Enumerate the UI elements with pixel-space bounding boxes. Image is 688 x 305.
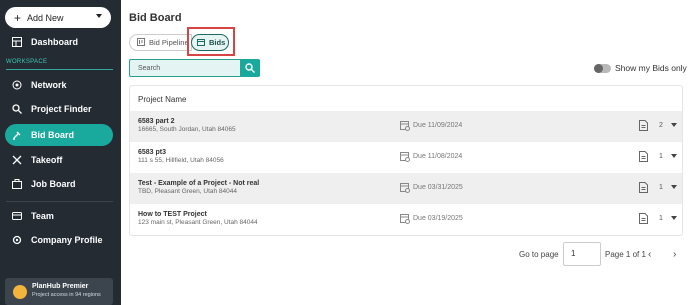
- page-info: Page 1 of 1: [605, 250, 646, 259]
- tab-label: Bid Pipeline: [149, 38, 189, 47]
- calendar-due-icon: [400, 121, 410, 131]
- sidebar-item-label: Team: [31, 211, 54, 221]
- add-new-button[interactable]: + Add New: [5, 7, 111, 28]
- goto-page-input[interactable]: 1: [563, 242, 601, 266]
- network-icon: [11, 80, 22, 91]
- calendar-due-icon: [400, 152, 410, 162]
- table-row[interactable]: Test - Example of a Project - Not real T…: [130, 173, 682, 204]
- workspace-divider: [6, 69, 113, 70]
- pipeline-icon: [137, 37, 145, 48]
- project-name: 6583 part 2: [138, 118, 175, 125]
- sidebar-item-network[interactable]: Network: [5, 74, 113, 96]
- chevron-down-icon[interactable]: [671, 154, 677, 158]
- due-date: Due 03/31/2025: [413, 184, 463, 191]
- table-row[interactable]: 6583 pt3 111 s 55, Hillfield, Utah 84056…: [130, 142, 682, 173]
- tab-bid-pipeline[interactable]: Bid Pipeline: [129, 34, 192, 51]
- project-address: 123 main st, Pleasant Green, Utah 84044: [138, 219, 258, 226]
- due-date: Due 11/08/2024: [413, 153, 463, 160]
- chevron-left-icon[interactable]: ‹: [648, 249, 651, 260]
- search-icon: [245, 63, 255, 73]
- due-date: Due 03/19/2025: [413, 215, 463, 222]
- search-input[interactable]: Search: [129, 59, 240, 77]
- sidebar-item-team[interactable]: Team: [5, 205, 113, 227]
- project-address: TBD, Pleasant Green, Utah 84044: [138, 188, 238, 195]
- sidebar-item-bid-board[interactable]: Bid Board: [5, 124, 113, 146]
- due-date: Due 11/09/2024: [413, 122, 463, 129]
- sidebar-item-takeoff[interactable]: Takeoff: [5, 149, 113, 171]
- project-name: 6583 pt3: [138, 149, 167, 156]
- document-count: 1: [659, 215, 663, 222]
- chevron-down-icon: [96, 14, 102, 18]
- sidebar-item-label: Dashboard: [31, 37, 79, 47]
- sidebar-item-label: Network: [31, 80, 67, 90]
- job-board-icon: [11, 179, 22, 190]
- calendar-due-icon: [400, 214, 410, 224]
- chevron-right-icon[interactable]: ›: [673, 249, 676, 260]
- page-title: Bid Board: [129, 12, 182, 24]
- chevron-down-icon[interactable]: [671, 216, 677, 220]
- plus-icon: +: [14, 10, 22, 25]
- calendar-icon: [197, 38, 205, 48]
- takeoff-icon: [11, 155, 22, 166]
- bid-board-icon: [11, 130, 22, 141]
- company-profile-icon: [11, 235, 22, 246]
- tab-label: Bids: [209, 38, 226, 47]
- toggle-label: Show my Bids only: [615, 63, 687, 73]
- sidebar-item-dashboard[interactable]: Dashboard: [5, 31, 113, 53]
- project-name: Test - Example of a Project - Not real: [138, 180, 260, 187]
- sidebar-item-project-finder[interactable]: Project Finder: [5, 98, 113, 120]
- premium-title: PlanHub Premier: [32, 283, 89, 290]
- show-my-bids-toggle[interactable]: [594, 64, 611, 73]
- sidebar-item-job-board[interactable]: Job Board: [5, 173, 113, 195]
- document-count: 1: [659, 184, 663, 191]
- table-row[interactable]: 6583 part 2 16665, South Jordan, Utah 84…: [130, 111, 682, 142]
- document-icon[interactable]: [639, 120, 648, 131]
- sidebar-item-label: Takeoff: [31, 155, 63, 165]
- project-name: How to TEST Project: [138, 211, 207, 218]
- goto-page-label: Go to page: [519, 250, 559, 259]
- sidebar-item-label: Company Profile: [31, 235, 103, 245]
- add-new-label: Add New: [27, 12, 64, 23]
- dashboard-icon: [11, 37, 22, 48]
- sidebar-item-label: Job Board: [31, 179, 76, 189]
- calendar-due-icon: [400, 183, 410, 193]
- sidebar-item-label: Bid Board: [31, 130, 75, 140]
- team-icon: [11, 211, 22, 222]
- project-address: 16665, South Jordan, Utah 84065: [138, 126, 236, 133]
- premium-subtitle: Project access in 94 regions: [32, 292, 101, 298]
- premium-badge-icon: [13, 285, 27, 299]
- project-address: 111 s 55, Hillfield, Utah 84056: [138, 157, 224, 164]
- document-icon[interactable]: [639, 182, 648, 193]
- sidebar: + Add New Dashboard WORKSPACE Network Pr…: [0, 0, 121, 305]
- workspace-label: WORKSPACE: [6, 59, 48, 65]
- premium-banner[interactable]: PlanHub Premier Project access in 94 reg…: [5, 278, 113, 305]
- column-header-project-name[interactable]: Project Name: [138, 95, 186, 104]
- search-button[interactable]: [240, 59, 260, 77]
- sidebar-item-company-profile[interactable]: Company Profile: [5, 229, 113, 251]
- document-icon[interactable]: [639, 213, 648, 224]
- table-row[interactable]: How to TEST Project 123 main st, Pleasan…: [130, 204, 682, 235]
- chevron-down-icon[interactable]: [671, 185, 677, 189]
- bids-table: Project Name 6583 part 2 16665, South Jo…: [129, 85, 683, 236]
- document-count: 1: [659, 153, 663, 160]
- sidebar-divider: [6, 201, 113, 202]
- tab-bids[interactable]: Bids: [191, 34, 229, 51]
- search-icon: [11, 104, 22, 115]
- chevron-down-icon[interactable]: [671, 123, 677, 127]
- document-count: 2: [659, 122, 663, 129]
- sidebar-item-label: Project Finder: [31, 104, 92, 114]
- document-icon[interactable]: [639, 151, 648, 162]
